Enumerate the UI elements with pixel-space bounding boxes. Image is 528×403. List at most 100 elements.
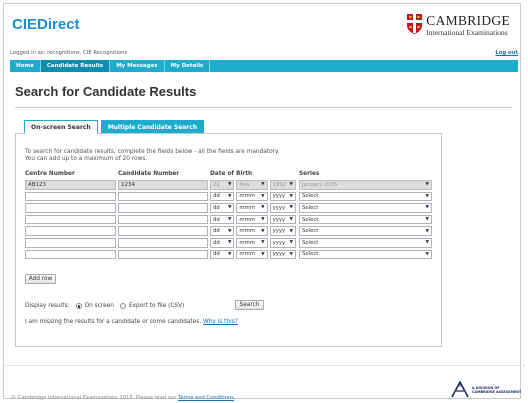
dob-month-select[interactable]: mmm ▼ — [236, 203, 268, 213]
nav-home[interactable]: Home — [10, 60, 41, 72]
search-grid: Centre Number Candidate Number Date of B… — [25, 171, 432, 260]
chevron-down-icon: ▼ — [425, 205, 429, 211]
series-value: Select — [302, 228, 319, 235]
cambridge-logo[interactable]: CAMBRIDGE International Examinations — [407, 14, 510, 40]
tab-multiple-candidate-search[interactable]: Multiple Candidate Search — [100, 120, 205, 134]
centre-number-input[interactable]: AB123 — [25, 180, 116, 190]
centre-number-input[interactable] — [25, 191, 116, 202]
candidate-number-input[interactable] — [118, 203, 208, 213]
export-csv-label[interactable]: Export to file (CSV) — [129, 303, 184, 309]
ucles-text: A DIVISION OF CAMBRIDGE ASSESSMENT — [472, 386, 521, 394]
dob-day-value: dd — [213, 193, 220, 200]
cambridge-shield-icon — [407, 14, 423, 34]
logout-link[interactable]: Log out — [495, 50, 518, 56]
chevron-down-icon: ▼ — [261, 217, 265, 223]
missing-results-text: I am missing the results for a candidate… — [25, 319, 238, 325]
candidate-number-input[interactable] — [118, 191, 208, 202]
dob-month-select[interactable]: mmm ▼ — [236, 214, 268, 225]
centre-number-input[interactable] — [25, 214, 116, 225]
centre-number-input[interactable] — [25, 238, 116, 248]
dob-day-select[interactable]: dd ▼ — [210, 249, 235, 260]
dob-year-select[interactable]: yyyy ▼ — [269, 191, 296, 202]
tab-on-screen-search[interactable]: On-screen Search — [24, 120, 98, 134]
chevron-down-icon: ▼ — [227, 217, 232, 223]
dob-year-select[interactable]: yyyy ▼ — [269, 214, 296, 225]
why-is-this-link[interactable]: Why is this? — [203, 319, 238, 325]
series-select[interactable]: Select ▼ — [299, 238, 432, 248]
chevron-down-icon: ▼ — [289, 251, 293, 257]
series-select[interactable]: Select ▼ — [299, 191, 432, 202]
display-results-options: Display results: On screen Export to fil… — [25, 303, 184, 309]
centre-number-input[interactable] — [25, 203, 116, 213]
dob-month-value: mmm — [239, 204, 255, 211]
dob-day-value: 22 — [213, 181, 220, 188]
dob-day-select[interactable]: dd ▼ — [210, 191, 235, 202]
dob-month-value: mmm — [239, 228, 255, 235]
dob-year-select[interactable]: 1992 ▼ — [269, 180, 296, 190]
brand-cie: CIE — [12, 16, 38, 33]
ucles-text-2: CAMBRIDGE ASSESSMENT — [472, 389, 522, 394]
candidate-number-input[interactable] — [118, 249, 208, 260]
nav-candidate-results[interactable]: Candidate Results — [40, 60, 111, 72]
dob-day-select[interactable]: dd ▼ — [210, 238, 235, 248]
chevron-down-icon: ▼ — [289, 228, 293, 234]
footer-end: . — [233, 395, 236, 401]
dob-month-select[interactable]: mmm ▼ — [236, 249, 268, 260]
chevron-down-icon: ▼ — [425, 193, 429, 199]
dob-year-select[interactable]: yyyy ▼ — [269, 249, 296, 260]
dob-year-select[interactable]: yyyy ▼ — [269, 226, 296, 236]
dob-year-value: yyyy — [272, 204, 286, 211]
dob-month-select[interactable]: mmm ▼ — [236, 238, 268, 248]
search-button[interactable]: Search — [235, 300, 264, 310]
candidate-number-input[interactable]: 1234 — [118, 180, 208, 190]
dob-year-select[interactable]: yyyy ▼ — [269, 238, 296, 248]
dob-day-select[interactable]: dd ▼ — [210, 203, 235, 213]
series-select[interactable]: Select ▼ — [299, 203, 432, 213]
col-date-of-birth: Date of Birth — [210, 171, 253, 177]
series-value: Select — [302, 251, 319, 258]
cie-direct-logo[interactable]: CIEDirect — [12, 16, 80, 33]
dob-month-value: mmm — [239, 216, 255, 223]
candidate-number-input[interactable] — [118, 226, 208, 236]
intro-text: To search for candidate results, complet… — [25, 149, 279, 163]
missing-text: I am missing the results for a candidate… — [25, 319, 202, 325]
add-row-button[interactable]: Add row — [25, 274, 56, 284]
dob-month-select[interactable]: mmm ▼ — [236, 191, 268, 202]
export-csv-radio[interactable] — [119, 303, 126, 309]
dob-month-select[interactable]: Nov ▼ — [236, 180, 268, 190]
dob-year-value: yyyy — [272, 239, 286, 246]
dob-day-select[interactable]: dd ▼ — [210, 214, 235, 225]
brand-direct: Direct — [37, 16, 80, 33]
cambridge-name: CAMBRIDGE — [426, 13, 510, 28]
on-screen-label[interactable]: On screen — [85, 303, 114, 309]
ucles-logo[interactable]: A DIVISION OF CAMBRIDGE ASSESSMENT — [450, 381, 521, 398]
intro-line-1: To search for candidate results, complet… — [25, 149, 280, 155]
chevron-down-icon: ▼ — [261, 205, 265, 211]
on-screen-radio[interactable] — [75, 303, 82, 309]
chevron-down-icon: ▼ — [227, 251, 232, 257]
logged-in-text: Logged in as: recognitions, CIE Recognit… — [10, 50, 128, 56]
series-value: Select — [302, 239, 319, 246]
dob-month-value: mmm — [239, 193, 255, 200]
terms-link[interactable]: Terms and Conditions — [178, 395, 234, 401]
series-select[interactable]: January 2005 ▼ — [299, 180, 432, 190]
nav-my-messages[interactable]: My Messages — [110, 60, 165, 72]
nav-my-details[interactable]: My Details — [165, 60, 211, 72]
dob-month-select[interactable]: mmm ▼ — [236, 226, 268, 236]
chevron-down-icon: ▼ — [289, 193, 293, 199]
centre-number-input[interactable] — [25, 249, 116, 260]
dob-year-select[interactable]: yyyy ▼ — [269, 203, 296, 213]
login-bar: Logged in as: recognitions, CIE Recognit… — [10, 50, 518, 59]
candidate-number-input[interactable] — [118, 214, 208, 225]
grid-header: Centre Number Candidate Number Date of B… — [25, 171, 432, 179]
series-select[interactable]: Select ▼ — [299, 249, 432, 260]
main-nav: Home Candidate Results My Messages My De… — [10, 60, 518, 72]
candidate-number-input[interactable] — [118, 238, 208, 248]
dob-day-select[interactable]: dd ▼ — [210, 226, 235, 236]
dob-day-select[interactable]: 22 ▼ — [210, 180, 235, 190]
series-select[interactable]: Select ▼ — [299, 226, 432, 236]
chevron-down-icon: ▼ — [289, 182, 293, 188]
search-panel: To search for candidate results, complet… — [15, 133, 442, 347]
series-select[interactable]: Select ▼ — [299, 214, 432, 225]
centre-number-input[interactable] — [25, 226, 116, 236]
